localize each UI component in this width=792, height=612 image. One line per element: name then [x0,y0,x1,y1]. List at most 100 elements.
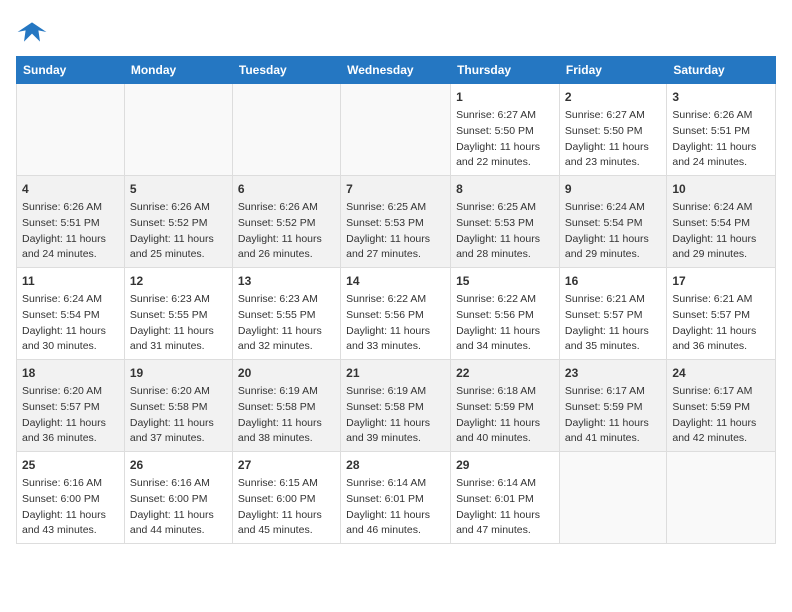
day-info: Sunrise: 6:26 AM [22,200,119,216]
column-header-sunday: Sunday [17,57,125,84]
day-number: 4 [22,180,119,198]
calendar-cell [17,84,125,176]
day-info: Sunrise: 6:16 AM [130,476,227,492]
day-info: Daylight: 11 hours and 41 minutes. [565,416,661,448]
calendar-cell: 8 Sunrise: 6:25 AMSunset: 5:53 PMDaylight… [451,176,560,268]
day-number: 2 [565,88,661,106]
day-info: Sunrise: 6:22 AM [346,292,445,308]
calendar-cell: 22 Sunrise: 6:18 AMSunset: 5:59 PMDayligh… [451,360,560,452]
day-number: 5 [130,180,227,198]
day-info: Sunset: 5:59 PM [565,400,661,416]
day-number: 26 [130,456,227,474]
day-info: Sunrise: 6:21 AM [565,292,661,308]
calendar-week-4: 18Sunrise: 6:20 AMSunset: 5:57 PMDayligh… [17,360,776,452]
column-header-wednesday: Wednesday [341,57,451,84]
day-number: 11 [22,272,119,290]
day-info: Sunset: 5:55 PM [130,308,227,324]
day-info: Daylight: 11 hours and 43 minutes. [22,508,119,540]
day-info: Sunrise: 6:19 AM [238,384,335,400]
day-info: Daylight: 11 hours and 47 minutes. [456,508,554,540]
day-info: Sunrise: 6:18 AM [456,384,554,400]
day-info: Daylight: 11 hours and 25 minutes. [130,232,227,264]
calendar-cell: 2Sunrise: 6:27 AMSunset: 5:50 PMDaylight… [559,84,666,176]
calendar-cell: 26Sunrise: 6:16 AMSunset: 6:00 PMDayligh… [124,452,232,544]
day-info: Sunrise: 6:26 AM [672,108,770,124]
day-info: Sunset: 5:51 PM [672,124,770,140]
day-info: Sunset: 5:56 PM [456,308,554,324]
calendar-cell: 17Sunrise: 6:21 AMSunset: 5:57 PMDayligh… [667,268,776,360]
calendar-cell [124,84,232,176]
calendar-cell: 18Sunrise: 6:20 AMSunset: 5:57 PMDayligh… [17,360,125,452]
day-info: Sunset: 5:53 PM [456,216,554,232]
day-info: Sunset: 5:57 PM [672,308,770,324]
calendar-cell: 13Sunrise: 6:23 AMSunset: 5:55 PMDayligh… [232,268,340,360]
calendar-week-1: 1Sunrise: 6:27 AMSunset: 5:50 PMDaylight… [17,84,776,176]
day-info: Daylight: 11 hours and 35 minutes. [565,324,661,356]
calendar-cell: 15 Sunrise: 6:22 AMSunset: 5:56 PMDayligh… [451,268,560,360]
day-info: Sunset: 6:01 PM [346,492,445,508]
calendar-cell: 6Sunrise: 6:26 AMSunset: 5:52 PMDaylight… [232,176,340,268]
day-info: Sunrise: 6:20 AM [22,384,119,400]
day-info: Sunset: 6:01 PM [456,492,554,508]
day-info: Daylight: 11 hours and 34 minutes. [456,324,554,356]
day-info: Daylight: 11 hours and 30 minutes. [22,324,119,356]
calendar-cell: 10Sunrise: 6:24 AMSunset: 5:54 PMDayligh… [667,176,776,268]
day-info: Sunrise: 6:21 AM [672,292,770,308]
day-info: Sunset: 5:53 PM [346,216,445,232]
day-info: Daylight: 11 hours and 26 minutes. [238,232,335,264]
calendar-body: 1Sunrise: 6:27 AMSunset: 5:50 PMDaylight… [17,84,776,544]
day-number: 10 [672,180,770,198]
day-info: Daylight: 11 hours and 40 minutes. [456,416,554,448]
day-info: Daylight: 11 hours and 28 minutes. [456,232,554,264]
day-info: Daylight: 11 hours and 31 minutes. [130,324,227,356]
day-info: Sunrise: 6:26 AM [238,200,335,216]
day-info: Sunrise: 6:22 AM [456,292,554,308]
calendar-cell: 4 Sunrise: 6:26 AMSunset: 5:51 PMDaylight… [17,176,125,268]
day-info: Daylight: 11 hours and 22 minutes. [456,140,554,172]
calendar-cell: 9Sunrise: 6:24 AMSunset: 5:54 PMDaylight… [559,176,666,268]
day-info: Sunset: 5:58 PM [238,400,335,416]
day-info: Sunset: 5:59 PM [456,400,554,416]
day-number: 15 [456,272,554,290]
day-number: 22 [456,364,554,382]
day-info: Daylight: 11 hours and 32 minutes. [238,324,335,356]
day-info: Sunset: 5:58 PM [346,400,445,416]
day-number: 13 [238,272,335,290]
day-info: Daylight: 11 hours and 39 minutes. [346,416,445,448]
day-info: Daylight: 11 hours and 24 minutes. [672,140,770,172]
day-info: Daylight: 11 hours and 24 minutes. [22,232,119,264]
calendar-cell: 19Sunrise: 6:20 AMSunset: 5:58 PMDayligh… [124,360,232,452]
column-header-saturday: Saturday [667,57,776,84]
calendar-cell [232,84,340,176]
day-info: Sunset: 5:54 PM [22,308,119,324]
day-number: 7 [346,180,445,198]
day-number: 8 [456,180,554,198]
day-info: Sunset: 6:00 PM [238,492,335,508]
day-info: Daylight: 11 hours and 36 minutes. [672,324,770,356]
day-number: 19 [130,364,227,382]
day-number: 23 [565,364,661,382]
column-header-monday: Monday [124,57,232,84]
day-number: 21 [346,364,445,382]
calendar-week-3: 11Sunrise: 6:24 AMSunset: 5:54 PMDayligh… [17,268,776,360]
day-number: 12 [130,272,227,290]
calendar-cell: 28Sunrise: 6:14 AMSunset: 6:01 PMDayligh… [341,452,451,544]
calendar-cell [559,452,666,544]
logo-icon [16,16,48,48]
day-info: Daylight: 11 hours and 33 minutes. [346,324,445,356]
day-info: Sunrise: 6:16 AM [22,476,119,492]
day-number: 18 [22,364,119,382]
day-number: 27 [238,456,335,474]
day-info: Sunset: 6:00 PM [130,492,227,508]
day-info: Sunrise: 6:25 AM [456,200,554,216]
day-number: 29 [456,456,554,474]
day-info: Sunrise: 6:24 AM [22,292,119,308]
day-info: Daylight: 11 hours and 42 minutes. [672,416,770,448]
day-info: Sunrise: 6:25 AM [346,200,445,216]
day-number: 3 [672,88,770,106]
day-info: Sunrise: 6:23 AM [130,292,227,308]
day-info: Sunset: 5:51 PM [22,216,119,232]
day-number: 9 [565,180,661,198]
day-info: Sunrise: 6:14 AM [346,476,445,492]
calendar-cell: 14Sunrise: 6:22 AMSunset: 5:56 PMDayligh… [341,268,451,360]
